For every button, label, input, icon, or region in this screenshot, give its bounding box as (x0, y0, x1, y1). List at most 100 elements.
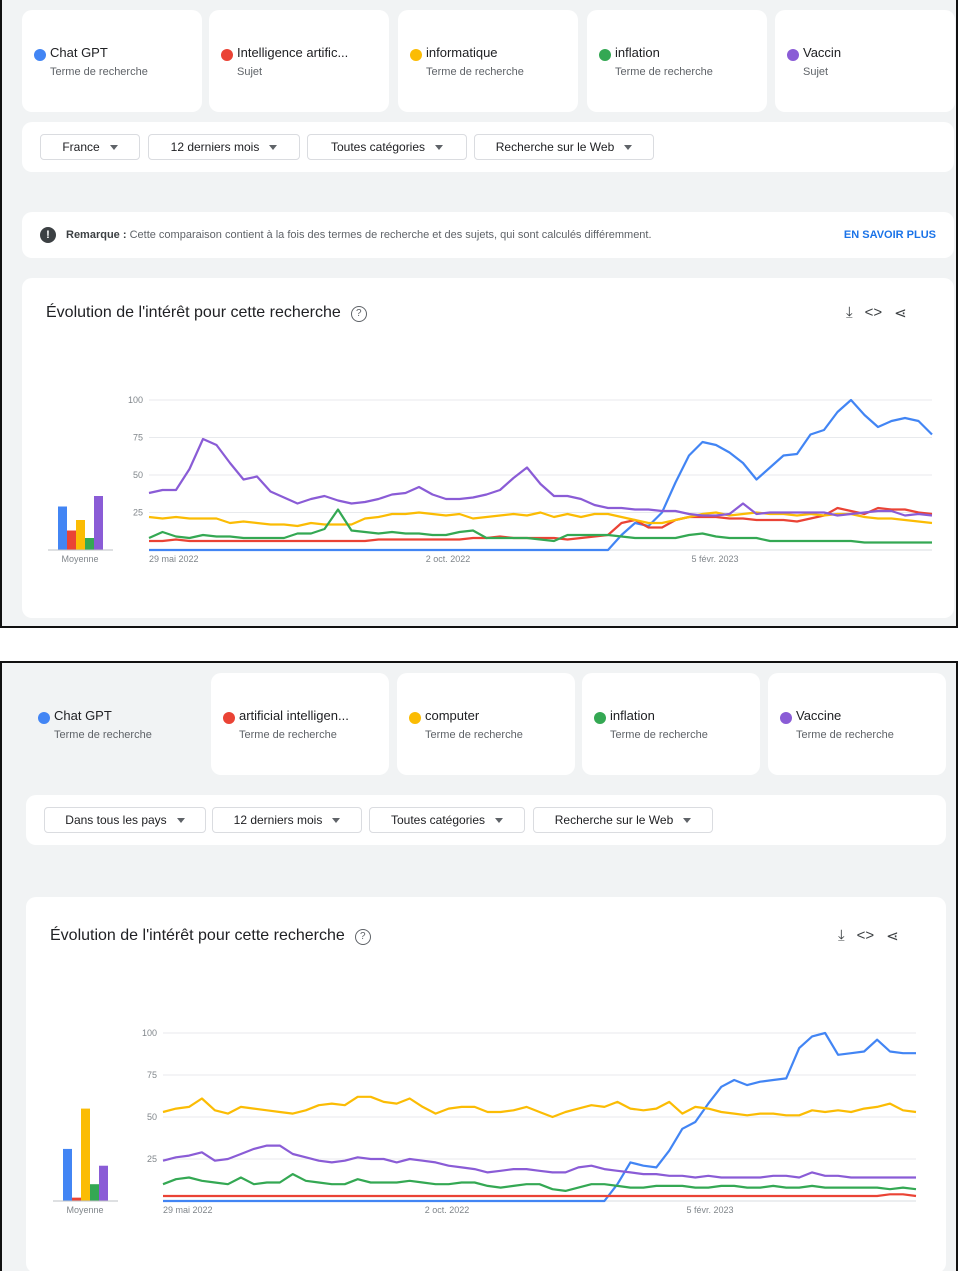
term-type: Terme de recherche (796, 729, 894, 741)
series-color-dot (38, 712, 50, 724)
filter-label: Recherche sur le Web (495, 140, 615, 154)
average-label: Moyenne (61, 554, 98, 564)
term-type: Terme de recherche (615, 66, 713, 78)
y-tick-label: 50 (147, 1112, 157, 1122)
series-color-dot (221, 49, 233, 61)
series-line (148, 437, 933, 517)
filter-category-dropdown[interactable]: Toutes catégories (307, 134, 467, 160)
series-line (163, 1193, 917, 1198)
filter-period-dropdown[interactable]: 12 derniers mois (148, 134, 300, 160)
term-card-artificial-intelligence[interactable]: artificial intelligen... Terme de recher… (211, 673, 389, 775)
term-name: computer (425, 708, 480, 723)
average-label: Moyenne (66, 1205, 103, 1215)
filter-label: Recherche sur le Web (554, 813, 674, 827)
comparison-panel-2: Chat GPT Terme de recherche artificial i… (0, 661, 958, 1273)
caret-down-icon (435, 144, 444, 150)
comparison-panel-1: Chat GPT Terme de recherche Intelligence… (0, 0, 958, 628)
term-type: Terme de recherche (425, 729, 523, 741)
series-color-dot (594, 712, 606, 724)
y-tick-label: 75 (133, 433, 143, 443)
line-chart: 25 50 75 100 29 mai 2022 2 oct. 2022 5 févr. 2… (53, 1028, 917, 1215)
x-tick-label: 2 oct. 2022 (425, 1205, 470, 1215)
series-color-dot (599, 49, 611, 61)
average-bar (90, 1184, 99, 1201)
term-name: inflation (615, 45, 660, 60)
warning-icon: ! (40, 227, 56, 243)
average-bar (72, 1197, 81, 1201)
average-bar (58, 506, 67, 550)
line-chart: 25 50 75 100 29 mai 2022 2 oct. 2022 5 févr. 2… (48, 395, 933, 564)
term-card-chat-gpt[interactable]: Chat GPT Terme de recherche (26, 673, 204, 775)
interest-chart-card: Évolution de l'intérêt pour cette recher… (22, 278, 954, 618)
filter-period-dropdown[interactable]: 12 derniers mois (212, 807, 362, 833)
term-name: Chat GPT (54, 708, 112, 723)
series-line (162, 1095, 917, 1119)
filter-label: Toutes catégories (330, 140, 426, 154)
filter-region-dropdown[interactable]: France (40, 134, 140, 160)
term-name: Vaccin (803, 45, 842, 60)
term-card-vaccin[interactable]: Vaccin Sujet (775, 10, 955, 112)
term-type: Terme de recherche (54, 729, 152, 741)
x-tick-label: 29 mai 2022 (163, 1205, 213, 1215)
term-card-inflation[interactable]: inflation Terme de recherche (582, 673, 760, 775)
filter-search-type-dropdown[interactable]: Recherche sur le Web (533, 807, 713, 833)
average-bar (81, 1108, 90, 1201)
caret-down-icon (109, 144, 118, 150)
caret-down-icon (683, 817, 692, 823)
term-card-chat-gpt[interactable]: Chat GPT Terme de recherche (22, 10, 202, 112)
y-tick-label: 50 (133, 470, 143, 480)
filter-label: 12 derniers mois (170, 140, 260, 154)
average-bar (94, 496, 103, 550)
series-line (148, 511, 933, 528)
caret-down-icon (624, 144, 633, 150)
series-color-dot (780, 712, 792, 724)
filter-label: 12 derniers mois (233, 813, 323, 827)
term-type: Sujet (237, 66, 263, 78)
series-line (162, 1144, 916, 1179)
series-color-dot (223, 712, 235, 724)
average-bar (99, 1165, 108, 1201)
note-body: Cette comparaison contient à la fois des… (126, 229, 652, 241)
term-card-vaccine[interactable]: Vaccine Terme de recherche (768, 673, 946, 775)
note-text: Remarque : Cette comparaison contient à … (66, 229, 652, 241)
filter-region-dropdown[interactable]: Dans tous les pays (44, 807, 206, 833)
y-tick-label: 25 (133, 508, 143, 518)
filter-bar: Dans tous les pays 12 derniers mois Tout… (26, 795, 946, 845)
filter-label: Dans tous les pays (65, 813, 167, 827)
x-tick-label: 5 févr. 2023 (686, 1205, 733, 1215)
series-color-dot (34, 49, 46, 61)
learn-more-link[interactable]: EN SAVOIR PLUS (844, 229, 936, 241)
y-tick-label: 25 (147, 1154, 157, 1164)
term-card-inflation[interactable]: inflation Terme de recherche (587, 10, 767, 112)
interest-chart-card: Évolution de l'intérêt pour cette recher… (26, 897, 946, 1273)
x-tick-label: 29 mai 2022 (149, 554, 199, 564)
y-tick-label: 75 (147, 1070, 157, 1080)
average-bar (67, 530, 76, 550)
term-type: Terme de recherche (50, 66, 148, 78)
y-tick-label: 100 (142, 1028, 157, 1038)
filter-search-type-dropdown[interactable]: Recherche sur le Web (474, 134, 654, 160)
filter-label: Toutes catégories (390, 813, 486, 827)
term-card-informatique[interactable]: informatique Terme de recherche (398, 10, 578, 112)
term-name: informatique (426, 45, 498, 60)
term-card-intelligence-artificielle[interactable]: Intelligence artific... Sujet (209, 10, 389, 112)
caret-down-icon (176, 817, 185, 823)
series-color-dot (410, 49, 422, 61)
comparison-note: ! Remarque : Cette comparaison contient … (22, 212, 954, 258)
term-name: Intelligence artific... (237, 45, 349, 60)
x-tick-label: 5 févr. 2023 (691, 554, 738, 564)
series-color-dot (409, 712, 421, 724)
filter-bar: France 12 derniers mois Toutes catégorie… (22, 122, 954, 172)
term-type: Terme de recherche (610, 729, 708, 741)
y-tick-label: 100 (128, 395, 143, 405)
term-name: artificial intelligen... (239, 708, 349, 723)
x-tick-label: 2 oct. 2022 (426, 554, 471, 564)
term-type: Terme de recherche (426, 66, 524, 78)
caret-down-icon (332, 817, 341, 823)
average-bar (85, 538, 94, 550)
term-card-computer[interactable]: computer Terme de recherche (397, 673, 575, 775)
average-bar (63, 1148, 72, 1201)
term-name: Chat GPT (50, 45, 108, 60)
note-label: Remarque : (66, 229, 127, 241)
filter-category-dropdown[interactable]: Toutes catégories (369, 807, 525, 833)
